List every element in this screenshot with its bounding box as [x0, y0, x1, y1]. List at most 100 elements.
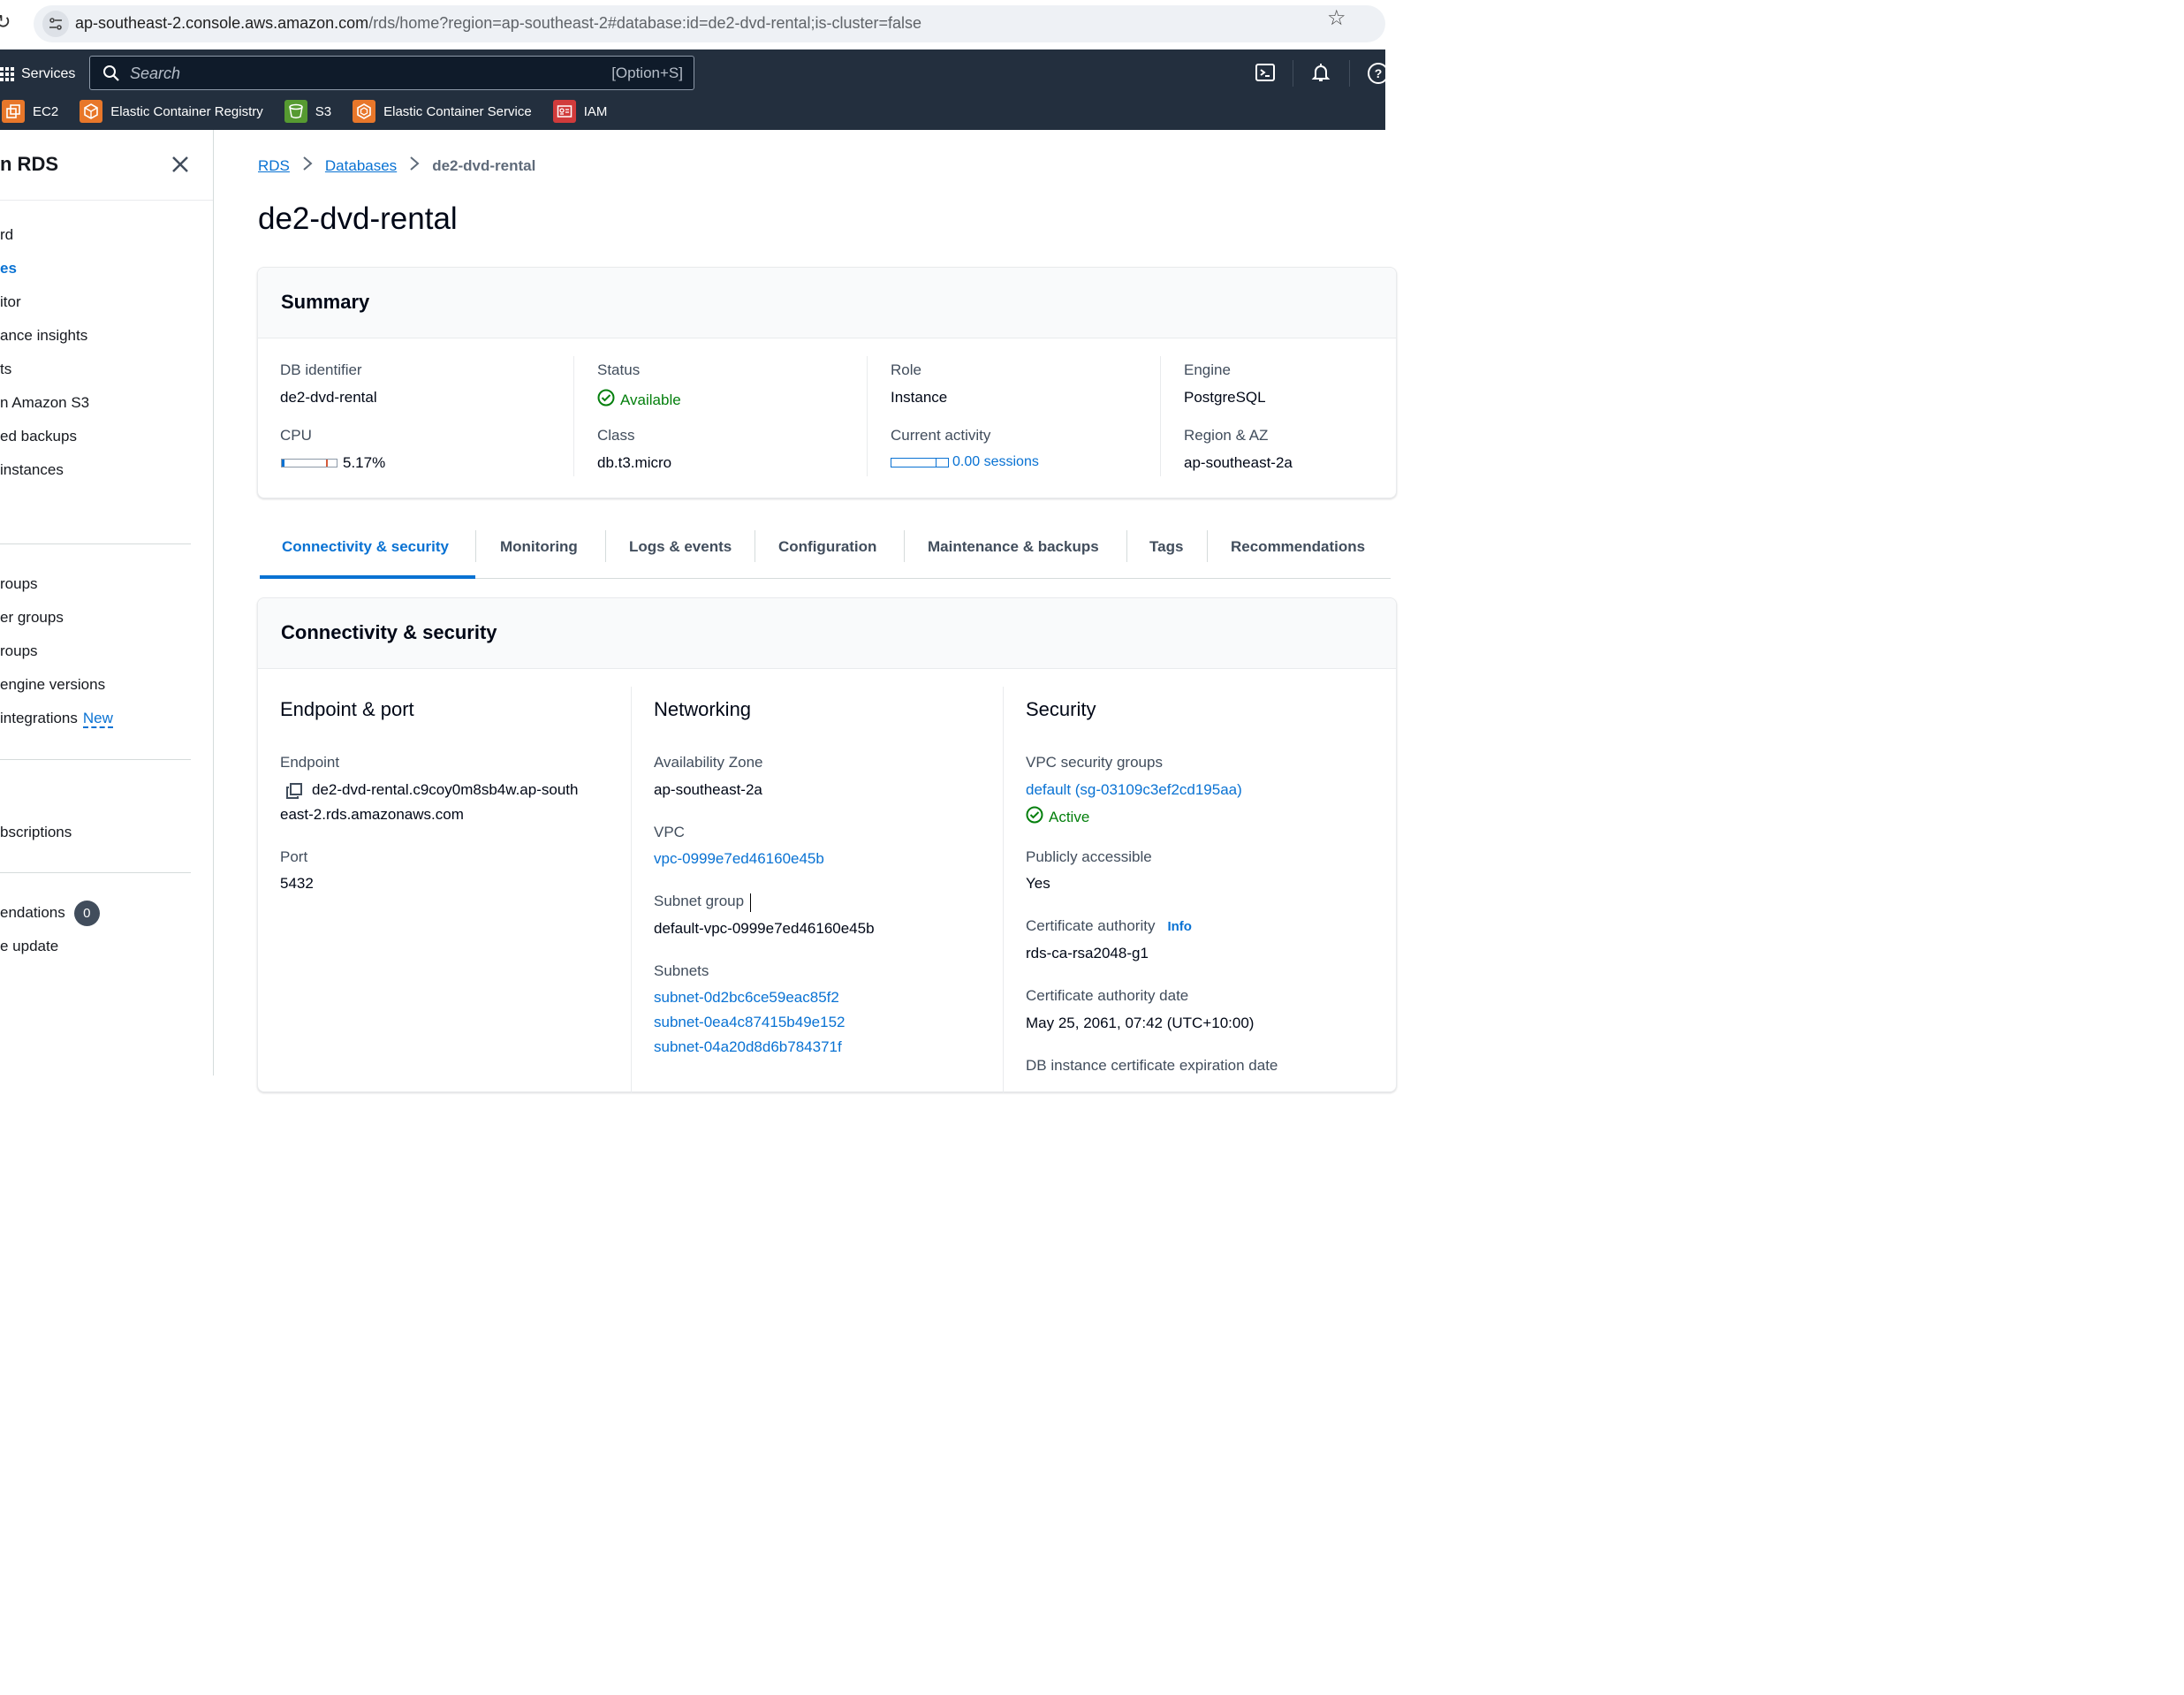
connectivity-security-panel: Connectivity & security Endpoint & port …: [257, 597, 1397, 1093]
tab-separator: [904, 530, 905, 562]
url-bar[interactable]: ap-southeast-2.console.aws.amazon.com/rd…: [34, 5, 1385, 42]
cloudshell-icon[interactable]: [1255, 62, 1278, 85]
region-label: Region & AZ: [1184, 427, 1269, 444]
cert-expiration-label: DB instance certificate expiration date: [1026, 1057, 1278, 1074]
cpu-value: 5.17%: [343, 454, 386, 471]
sidebar-item-recommendations[interactable]: endations 0: [0, 901, 100, 926]
sidebar-item-parameter-groups[interactable]: er groups: [0, 609, 64, 627]
publicly-accessible-label: Publicly accessible: [1026, 848, 1152, 865]
endpoint-port-heading: Endpoint & port: [280, 698, 414, 720]
favorite-ecr[interactable]: Elastic Container Registry: [80, 100, 263, 123]
security-group-status-text: Active: [1049, 808, 1090, 825]
subnet-link[interactable]: subnet-0ea4c87415b49e152: [654, 1014, 845, 1031]
sidebar-item-dashboard[interactable]: rd: [0, 226, 13, 244]
tab-connectivity-security[interactable]: Connectivity & security: [260, 528, 475, 579]
activity-bar-mark: [936, 459, 937, 467]
status-label: Status: [597, 361, 641, 378]
sidebar-item-query-editor[interactable]: itor: [0, 293, 21, 311]
sidebar-title: n RDS: [0, 153, 58, 175]
db-identifier-value: de2-dvd-rental: [280, 389, 377, 406]
services-menu-button[interactable]: Services: [0, 64, 75, 85]
copy-icon[interactable]: [285, 782, 303, 804]
sidebar-item-performance-insights[interactable]: ance insights: [0, 327, 87, 345]
info-link[interactable]: Info: [1167, 919, 1192, 934]
browser-address-bar: ↻ ap-southeast-2.console.aws.amazon.com/…: [0, 0, 1385, 49]
close-icon[interactable]: [171, 155, 190, 179]
tab-maintenance-backups[interactable]: Maintenance & backups: [928, 528, 1099, 578]
ecs-icon: [353, 100, 376, 123]
reload-icon[interactable]: ↻: [0, 11, 11, 34]
sidebar-divider: [0, 759, 191, 760]
availability-zone-label: Availability Zone: [654, 754, 763, 771]
sidebar-item-automated-backups[interactable]: ed backups: [0, 428, 77, 445]
tab-separator: [605, 530, 606, 562]
favorite-iam[interactable]: IAM: [552, 100, 607, 123]
chevron-right-icon: [409, 156, 420, 176]
sidebar-divider: [0, 872, 191, 873]
sidebar: n RDS rd es itor ance insights ts n Amaz…: [0, 130, 214, 1076]
text-cursor: [750, 893, 751, 912]
check-circle-icon: [1026, 806, 1043, 828]
notifications-bell-icon[interactable]: [1310, 62, 1333, 85]
breadcrumb-rds[interactable]: RDS: [258, 157, 290, 175]
certificate-authority-label-text: Certificate authority: [1026, 917, 1156, 934]
class-value: db.t3.micro: [597, 454, 672, 471]
search-input[interactable]: Search [Option+S]: [89, 56, 694, 90]
search-placeholder: Search: [130, 65, 181, 82]
sidebar-item-databases[interactable]: es: [0, 260, 17, 277]
connectivity-title: Connectivity & security: [281, 621, 497, 643]
summary-panel: Summary DB identifier de2-dvd-rental CPU…: [257, 267, 1397, 498]
sidebar-item-option-groups[interactable]: roups: [0, 642, 38, 660]
url-path: /rds/home?region=ap-southeast-2#database…: [368, 14, 922, 32]
endpoint-value-line2: east-2.rds.amazonaws.com: [280, 806, 464, 823]
sidebar-item-certificate-update[interactable]: e update: [0, 938, 58, 955]
sidebar-item-reserved-instances[interactable]: instances: [0, 461, 64, 479]
ec2-icon: [2, 100, 25, 123]
tab-tags[interactable]: Tags: [1149, 528, 1183, 578]
summary-title: Summary: [281, 291, 370, 313]
tab-logs-events[interactable]: Logs & events: [629, 528, 732, 578]
tab-monitoring[interactable]: Monitoring: [500, 528, 578, 578]
subnet-link[interactable]: subnet-04a20d8d6b784371f: [654, 1038, 842, 1056]
favorite-label: S3: [315, 103, 332, 119]
subnet-group-label: Subnet group: [654, 893, 745, 909]
sidebar-item-subnet-groups[interactable]: roups: [0, 575, 38, 593]
favorite-ecs[interactable]: Elastic Container Service: [353, 100, 532, 123]
chevron-right-icon: [302, 156, 313, 176]
sidebar-item-exports-s3[interactable]: n Amazon S3: [0, 394, 89, 412]
subnet-link[interactable]: subnet-0d2bc6ce59eac85f2: [654, 989, 839, 1007]
favorite-ec2[interactable]: EC2: [2, 100, 58, 123]
sidebar-item-snapshots[interactable]: ts: [0, 361, 11, 378]
networking-heading: Networking: [654, 698, 752, 720]
db-identifier-label: DB identifier: [280, 361, 362, 378]
bookmark-star-icon[interactable]: ☆: [1327, 5, 1346, 31]
sidebar-item-custom-engine-versions[interactable]: engine versions: [0, 676, 105, 694]
favorite-label: Elastic Container Service: [383, 103, 532, 119]
column-divider: [867, 356, 868, 476]
security-group-link[interactable]: default (sg-03109c3ef2cd195aa): [1026, 781, 1242, 799]
favorite-s3[interactable]: S3: [284, 100, 331, 123]
detail-tabs: Connectivity & security Monitoring Logs …: [260, 528, 1391, 579]
subnets-label: Subnets: [654, 962, 709, 979]
vpc-security-groups-label: VPC security groups: [1026, 754, 1163, 771]
s3-bucket-icon: [284, 100, 307, 123]
vpc-link[interactable]: vpc-0999e7ed46160e45b: [654, 850, 824, 868]
publicly-accessible-value: Yes: [1026, 875, 1050, 892]
sidebar-item-event-subscriptions[interactable]: bscriptions: [0, 824, 72, 841]
column-divider: [1003, 687, 1004, 1093]
breadcrumb: RDS Databases de2-dvd-rental: [258, 156, 535, 176]
site-settings-icon[interactable]: [42, 11, 69, 37]
role-label: Role: [891, 361, 921, 378]
sidebar-item-label: integrations: [0, 710, 78, 726]
help-icon[interactable]: ?: [1367, 62, 1390, 85]
class-label: Class: [597, 427, 635, 444]
current-activity-link[interactable]: 0.00 sessions: [952, 454, 1039, 470]
endpoint-label: Endpoint: [280, 754, 340, 771]
tab-recommendations[interactable]: Recommendations: [1231, 528, 1365, 578]
cpu-usage-bar: [281, 459, 337, 467]
security-heading: Security: [1026, 698, 1096, 720]
svg-text:?: ?: [1375, 66, 1383, 80]
breadcrumb-databases[interactable]: Databases: [325, 157, 397, 175]
tab-configuration[interactable]: Configuration: [778, 528, 876, 578]
sidebar-item-zero-etl-integrations[interactable]: integrations New: [0, 710, 113, 728]
